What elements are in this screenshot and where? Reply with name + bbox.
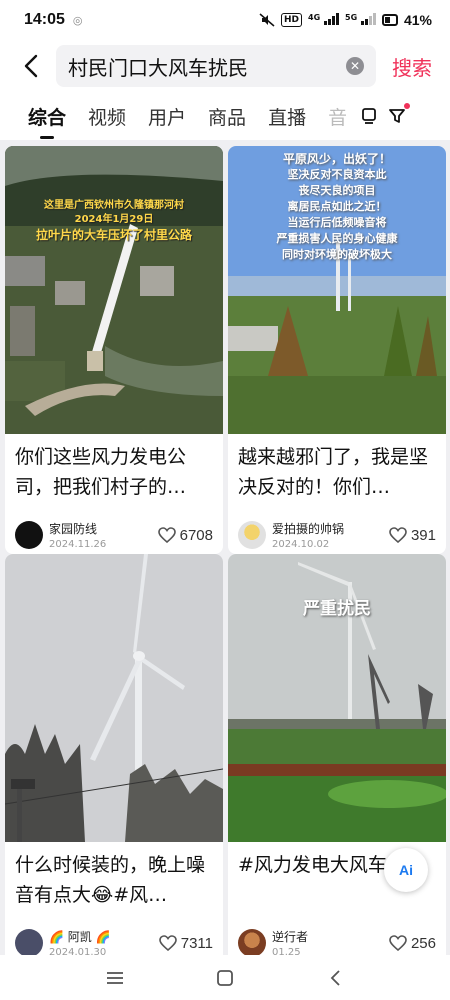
tab-comprehensive[interactable]: 综合 (28, 103, 66, 139)
filter-icon (389, 109, 405, 123)
result-thumbnail[interactable]: 严重扰民 (228, 554, 446, 842)
overlay-line: 丧尽天良的项目 (298, 184, 376, 197)
tab-bar: 综合 视频 用户 商品 直播 音 (0, 92, 450, 140)
author-name[interactable]: 🌈 阿凯 🌈 (49, 928, 111, 945)
heart-icon (158, 935, 177, 951)
heart-icon (389, 527, 407, 543)
result-thumbnail[interactable]: 平原风少，出妖了！ 坚决反对不良资本此 丧尽天良的项目 离居民点如此之近！ 当运… (228, 146, 446, 434)
signal-bars-icon (360, 12, 376, 25)
result-card[interactable]: 这里是广西钦州市久隆镇那河村 2024年1月29日 拉叶片的大车压坏了村里公路 … (5, 146, 223, 554)
like-button[interactable]: 256 (389, 935, 436, 952)
result-thumbnail[interactable] (5, 554, 223, 842)
overlay-line: 坚决反对不良资本此 (287, 168, 387, 181)
search-button[interactable]: 搜索 (392, 52, 432, 81)
result-title[interactable]: 越来越邪门了，我是坚决反对的！你们… (228, 434, 446, 510)
search-query[interactable]: 村民门口大风车扰民 (68, 52, 346, 81)
battery-level: 41% (403, 12, 432, 28)
result-title[interactable]: 什么时候装的，晚上噪音有点大😂#风… (5, 842, 223, 918)
avatar[interactable] (15, 929, 43, 955)
turbine-fog-image (5, 554, 223, 842)
status-bar: 14:05 ◎ HD 4G 5G 41% (0, 0, 450, 40)
signal-5g: 5G (345, 12, 376, 28)
hd-badge: HD (281, 13, 303, 27)
filter-button[interactable] (386, 103, 411, 128)
aerial-village-image (5, 146, 223, 434)
signal-bars-icon (324, 12, 339, 25)
ai-assistant-button[interactable]: Ai (384, 848, 428, 892)
overlay-line: 同时对环境的破坏极大 (282, 248, 392, 261)
tab-users[interactable]: 用户 (148, 103, 186, 130)
author-name[interactable]: 爱拍摄的帅锅 (272, 520, 344, 537)
avatar[interactable] (238, 521, 266, 549)
search-input[interactable]: 村民门口大风车扰民 ✕ (56, 45, 376, 87)
result-meta: 家园防线 2024.11.26 6708 (5, 510, 223, 554)
result-card[interactable]: 严重扰民 #风力发电大风车 逆行者 01.25 256 (228, 554, 446, 955)
avatar[interactable] (238, 929, 266, 955)
tab-music[interactable]: 音 (328, 103, 346, 130)
chevron-left-icon (24, 54, 38, 78)
overlay-line: 严重损害人民的身心健康 (276, 232, 398, 245)
result-thumbnail[interactable]: 这里是广西钦州市久隆镇那河村 2024年1月29日 拉叶片的大车压坏了村里公路 (5, 146, 223, 434)
search-header: 村民门口大风车扰民 ✕ 搜索 (0, 40, 450, 92)
like-count: 7311 (180, 934, 213, 952)
overlay-line: 平原风少，出妖了！ (282, 152, 391, 166)
heart-icon (157, 527, 176, 543)
tab-video[interactable]: 视频 (88, 103, 126, 130)
like-button[interactable]: 6708 (157, 526, 213, 544)
like-button[interactable]: 7311 (158, 934, 213, 952)
layout-toggle-button[interactable] (358, 104, 380, 128)
tab-products[interactable]: 商品 (208, 103, 246, 130)
avatar[interactable] (15, 521, 43, 549)
mute-icon (259, 13, 275, 27)
author-name[interactable]: 家园防线 (49, 520, 106, 537)
author-name[interactable]: 逆行者 (272, 928, 308, 945)
overlay-text: 严重扰民 (303, 599, 371, 619)
overlay-line: 这里是广西钦州市久隆镇那河村 (44, 200, 184, 211)
result-meta: 🌈 阿凯 🌈 2024.01.30 7311 (5, 918, 223, 955)
post-date: 2024.01.30 (49, 947, 107, 955)
post-date: 2024.10.02 (272, 539, 330, 550)
notification-dot (404, 103, 411, 109)
like-button[interactable]: 391 (389, 527, 436, 544)
overlay-line: 离居民点如此之近！ (287, 200, 387, 213)
tab-live[interactable]: 直播 (268, 103, 306, 130)
heart-icon (389, 935, 407, 951)
signal-4g: 4G (308, 12, 339, 28)
clear-icon[interactable]: ✕ (346, 57, 364, 75)
like-count: 6708 (179, 526, 213, 544)
home-square-icon (217, 969, 233, 986)
status-icons: HD 4G 5G 41% (259, 12, 432, 28)
back-arrow-icon (330, 969, 340, 986)
menu-icon (107, 971, 123, 984)
menu-button[interactable] (100, 963, 130, 993)
system-nav-bar (0, 955, 450, 1000)
overlay-line: 当运行后低频噪音将 (287, 216, 387, 229)
notification-icon: ◎ (72, 13, 83, 27)
result-card[interactable]: 什么时候装的，晚上噪音有点大😂#风… 🌈 阿凯 🌈 2024.01.30 731… (5, 554, 223, 955)
layout-icon (362, 108, 376, 124)
like-count: 391 (410, 526, 436, 544)
result-title[interactable]: 你们这些风力发电公司，把我们村子的… (5, 434, 223, 510)
results-grid: 这里是广西钦州市久隆镇那河村 2024年1月29日 拉叶片的大车压坏了村里公路 … (0, 140, 450, 955)
overlay-line: 2024年1月29日 (74, 214, 154, 225)
post-date: 2024.11.26 (49, 539, 107, 550)
like-count: 256 (410, 934, 436, 952)
result-card[interactable]: 平原风少，出妖了！ 坚决反对不良资本此 丧尽天良的项目 离居民点如此之近！ 当运… (228, 146, 446, 554)
result-meta: 逆行者 01.25 256 (228, 918, 446, 955)
back-button[interactable] (10, 45, 52, 87)
overlay-line: 拉叶片的大车压坏了村里公路 (35, 228, 192, 242)
status-time: 14:05 (24, 11, 65, 28)
home-button[interactable] (210, 963, 240, 993)
result-meta: 爱拍摄的帅锅 2024.10.02 391 (228, 510, 446, 554)
post-date: 01.25 (272, 947, 301, 955)
system-back-button[interactable] (320, 963, 350, 993)
battery-icon (381, 14, 398, 26)
